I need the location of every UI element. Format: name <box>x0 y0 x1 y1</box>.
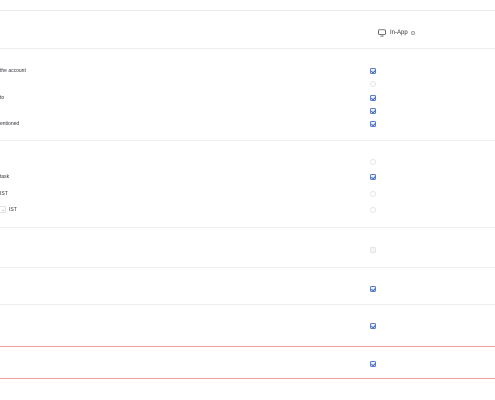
section-divider <box>0 140 495 141</box>
row-label: IST <box>9 207 17 213</box>
notification-settings-page: In-App the account to entioned task IST … <box>0 0 495 400</box>
chevron-down-icon: ⌄ <box>1 207 5 212</box>
inapp-column-label: In-App <box>390 30 408 36</box>
info-icon[interactable] <box>410 31 415 35</box>
section-divider <box>0 304 495 305</box>
timezone-select[interactable]: ⌄ <box>0 206 6 213</box>
inapp-checkbox[interactable] <box>370 159 376 165</box>
inapp-checkbox[interactable] <box>370 95 376 101</box>
table-header: In-App <box>0 18 495 49</box>
inapp-checkbox[interactable] <box>370 323 376 329</box>
inapp-checkbox[interactable] <box>370 191 376 197</box>
section-divider <box>0 267 495 268</box>
section-divider <box>0 227 495 228</box>
inapp-checkbox[interactable] <box>370 108 376 114</box>
highlight-bottom-border <box>0 378 495 379</box>
inapp-checkbox[interactable] <box>370 121 376 127</box>
row-label: entioned <box>0 121 20 127</box>
inapp-checkbox-disabled <box>370 247 376 253</box>
inapp-checkbox[interactable] <box>370 68 376 74</box>
monitor-icon <box>378 29 386 37</box>
highlight-top-border <box>0 346 495 347</box>
row-label: the account <box>0 68 26 74</box>
row-label: task <box>0 174 10 180</box>
inapp-checkbox[interactable] <box>370 81 376 87</box>
inapp-checkbox[interactable] <box>370 174 376 180</box>
row-label: IST <box>0 191 8 197</box>
inapp-checkbox[interactable] <box>370 207 376 213</box>
top-divider <box>0 10 495 11</box>
row-label: to <box>0 95 5 101</box>
inapp-checkbox[interactable] <box>370 361 376 367</box>
inapp-checkbox[interactable] <box>370 286 376 292</box>
column-header-inapp: In-App <box>378 29 415 37</box>
